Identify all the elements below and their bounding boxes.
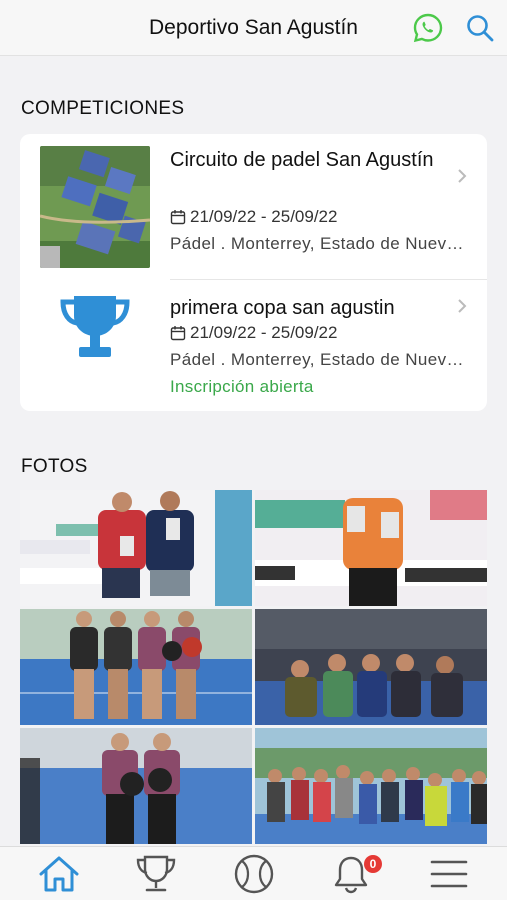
registration-status: Inscripción abierta bbox=[170, 377, 314, 396]
photo-thumbnail[interactable] bbox=[255, 609, 487, 725]
whatsapp-icon[interactable] bbox=[412, 12, 444, 44]
competition-dates-row: 21/09/22 - 25/09/22 bbox=[170, 323, 337, 343]
calendar-icon bbox=[170, 326, 186, 341]
competition-item[interactable]: Circuito de padel San Agustín 21/09/22 -… bbox=[20, 134, 487, 280]
search-icon[interactable] bbox=[465, 13, 495, 43]
chevron-right-icon[interactable] bbox=[456, 167, 468, 185]
notification-badge: 0 bbox=[364, 855, 382, 873]
tab-home[interactable] bbox=[36, 853, 82, 895]
competition-item[interactable]: primera copa san agustin 21/09/22 - 25/0… bbox=[20, 280, 487, 411]
competition-dates: 21/09/22 - 25/09/22 bbox=[190, 207, 338, 226]
menu-icon bbox=[430, 860, 468, 888]
photo-thumbnail[interactable] bbox=[20, 728, 252, 844]
competition-location: Pádel . Monterrey, Estado de Nuevo León bbox=[170, 350, 465, 369]
competition-name: primera copa san agustin bbox=[170, 297, 395, 319]
bottom-tab-bar: 0 bbox=[0, 846, 507, 900]
competitions-heading: COMPETICIONES bbox=[21, 98, 185, 119]
photo-grid bbox=[20, 490, 487, 846]
tab-menu[interactable] bbox=[426, 853, 472, 895]
home-icon bbox=[39, 856, 79, 892]
top-bar: Deportivo San Agustín bbox=[0, 0, 507, 56]
photos-heading: FOTOS bbox=[21, 456, 88, 477]
competitions-card: Circuito de padel San Agustín 21/09/22 -… bbox=[20, 134, 487, 411]
chevron-right-icon[interactable] bbox=[456, 297, 468, 315]
calendar-icon bbox=[170, 210, 186, 225]
photo-thumbnail[interactable] bbox=[20, 609, 252, 725]
tab-competitions[interactable] bbox=[133, 853, 179, 895]
competition-name: Circuito de padel San Agustín bbox=[170, 149, 434, 171]
competition-dates: 21/09/22 - 25/09/22 bbox=[190, 323, 338, 342]
tab-sports[interactable] bbox=[231, 853, 277, 895]
photo-thumbnail[interactable] bbox=[255, 490, 487, 606]
competition-location: Pádel . Monterrey, Estado de Nuevo León bbox=[170, 234, 465, 253]
competition-thumbnail bbox=[40, 146, 150, 268]
competition-dates-row: 21/09/22 - 25/09/22 bbox=[170, 207, 337, 227]
tennis-ball-icon bbox=[234, 854, 274, 894]
photo-thumbnail[interactable] bbox=[255, 728, 487, 844]
photo-thumbnail[interactable] bbox=[20, 490, 252, 606]
trophy-icon bbox=[60, 296, 130, 357]
trophy-tab-icon bbox=[136, 855, 176, 892]
